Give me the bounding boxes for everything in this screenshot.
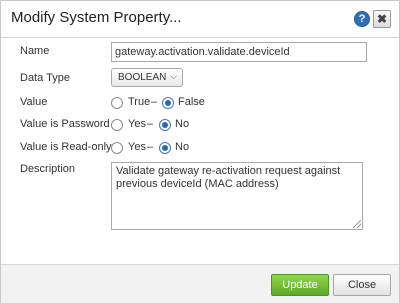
password-yes-label[interactable]: Yes [128, 118, 146, 130]
description-text: Validate gateway re-activation request a… [116, 165, 341, 190]
close-button[interactable]: Close [333, 274, 391, 296]
dialog-titlebar: Modify System Property... ? ✖ [1, 1, 399, 38]
value-label: Value [20, 96, 48, 108]
is-password-label: Value is Password [20, 118, 110, 130]
is-readonly-label: Value is Read-only [20, 141, 112, 153]
password-no-label[interactable]: No [175, 118, 189, 130]
modify-system-property-dialog: Modify System Property... ? ✖ Name gatew… [0, 0, 400, 303]
value-true-radio[interactable] [111, 97, 123, 109]
password-no-radio[interactable] [159, 119, 171, 131]
value-separator: – [151, 96, 158, 108]
readonly-yes-label[interactable]: Yes [128, 141, 146, 153]
name-input[interactable]: gateway.activation.validate.deviceId [111, 42, 367, 62]
readonly-no-label[interactable]: No [175, 141, 189, 153]
description-label: Description [20, 163, 76, 175]
value-true-label[interactable]: True [128, 96, 150, 108]
password-separator: – [147, 118, 154, 130]
name-input-value: gateway.activation.validate.deviceId [115, 46, 290, 58]
resize-grip-icon[interactable] [353, 220, 361, 228]
name-label: Name [20, 45, 50, 57]
description-textarea[interactable]: Validate gateway re-activation request a… [111, 162, 363, 230]
dialog-title: Modify System Property... [11, 9, 182, 26]
dialog-footer: Update Close [1, 264, 399, 303]
password-yes-radio[interactable] [111, 119, 123, 131]
value-false-radio[interactable] [162, 97, 174, 109]
readonly-no-radio[interactable] [159, 142, 171, 154]
value-false-label[interactable]: False [178, 96, 205, 108]
data-type-select[interactable]: BOOLEAN ⌵ [111, 68, 183, 87]
help-icon[interactable]: ? [354, 11, 370, 27]
data-type-label: Data Type [20, 72, 70, 84]
close-icon[interactable]: ✖ [373, 10, 391, 28]
update-button[interactable]: Update [271, 274, 329, 296]
readonly-separator: – [147, 141, 154, 153]
data-type-value: BOOLEAN [118, 72, 167, 83]
chevron-down-icon: ⌵ [170, 71, 177, 81]
readonly-yes-radio[interactable] [111, 142, 123, 154]
